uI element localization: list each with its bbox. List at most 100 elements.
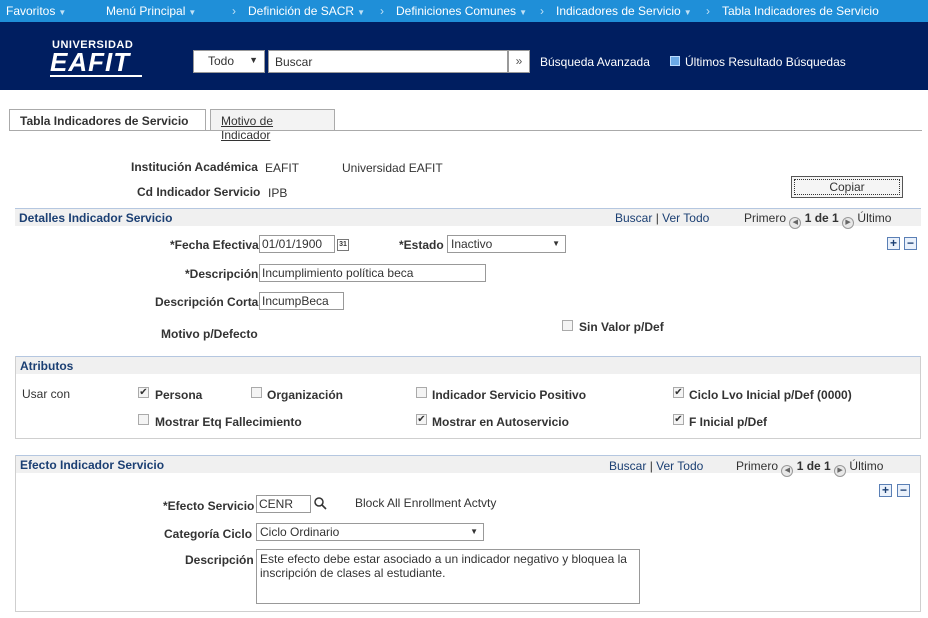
breadcrumb-separator-icon: › <box>706 4 710 18</box>
logo-underline <box>50 75 142 77</box>
favorites-menu[interactable]: Favoritos ▼ <box>6 4 66 18</box>
details-last-label: Último <box>857 211 892 225</box>
details-first-label: Primero <box>744 211 787 225</box>
top-navigation-bar: Favoritos ▼ Menú Principal ▼ › Definición … <box>0 0 928 22</box>
details-range: 1 de 1 <box>804 211 839 225</box>
chevron-down-icon: ▼ <box>357 8 365 17</box>
effective-date-input[interactable] <box>259 235 335 253</box>
initial-term-default-label: Ciclo Lvo Inicial p/Def (0000) <box>689 388 852 402</box>
dropdown-arrow-icon: ▼ <box>249 55 258 65</box>
institution-label: Institución Académica <box>131 160 258 174</box>
logo-eafit-text: EAFIT <box>50 47 131 77</box>
description-label: *Descripción <box>185 267 259 281</box>
short-description-input[interactable] <box>259 292 344 310</box>
calendar-icon[interactable]: 31 <box>337 239 349 251</box>
institution-code: EAFIT <box>265 161 300 175</box>
show-deceased-tag-label: Mostrar Etq Fallecimiento <box>155 415 302 429</box>
chevron-down-icon: ▼ <box>188 8 197 17</box>
effect-last-label: Último <box>849 459 884 473</box>
indicator-code-label: Cd Indicador Servicio <box>137 185 261 199</box>
favorites-label: Favoritos <box>6 4 56 18</box>
recent-search-icon <box>670 56 680 66</box>
next-arrow-icon[interactable]: ▶ <box>834 465 847 477</box>
effective-date-label: *Fecha Efectiva <box>170 238 259 252</box>
lookup-magnifier-icon[interactable] <box>313 496 327 510</box>
search-go-button[interactable]: » <box>508 50 530 73</box>
effect-row-navigation: Buscar | Ver Todo <box>609 459 704 473</box>
details-pager: Primero ◀ 1 de 1 ▶ Último <box>744 211 891 229</box>
add-row-icon[interactable]: + <box>887 237 900 250</box>
no-default-value-label: Sin Valor p/Def <box>579 320 664 334</box>
default-reason-label: Motivo p/Defecto <box>161 327 258 341</box>
dropdown-arrow-icon: ▼ <box>552 239 560 248</box>
use-with-label: Usar con <box>22 387 71 401</box>
indicator-code-value: IPB <box>268 186 288 200</box>
effect-first-label: Primero <box>736 459 779 473</box>
effect-description-textarea[interactable]: Este efecto debe estar asociado a un ind… <box>256 549 640 604</box>
previous-arrow-icon[interactable]: ◀ <box>789 217 802 229</box>
organization-checkbox[interactable] <box>251 387 262 398</box>
previous-arrow-icon[interactable]: ◀ <box>781 465 794 477</box>
advanced-search-link[interactable]: Búsqueda Avanzada <box>540 55 650 69</box>
effect-service-label: *Efecto Servicio <box>163 499 255 513</box>
organization-label: Organización <box>267 388 344 402</box>
add-row-icon[interactable]: + <box>879 484 892 497</box>
attributes-section-header: Atributos <box>16 356 920 374</box>
breadcrumb-label: Definiciones Comunes <box>396 4 517 18</box>
details-row-navigation: Buscar | Ver Todo <box>615 211 710 225</box>
main-menu-label: Menú Principal <box>106 4 186 18</box>
effect-find-link[interactable]: Buscar <box>609 459 646 473</box>
breadcrumb-service-indicators[interactable]: Indicadores de Servicio ▼ <box>556 4 692 18</box>
effect-description-label: Descripción <box>185 553 254 567</box>
tab-underline <box>9 130 922 131</box>
search-scope-select[interactable]: Todo ▼ <box>193 50 265 73</box>
person-label: Persona <box>155 388 203 402</box>
status-value: Inactivo <box>451 237 493 251</box>
next-arrow-icon[interactable]: ▶ <box>842 217 855 229</box>
breadcrumb-common-definitions[interactable]: Definiciones Comunes ▼ <box>396 4 527 18</box>
tab-service-indicator-table[interactable]: Tabla Indicadores de Servicio <box>9 109 206 131</box>
term-category-value: Ciclo Ordinario <box>260 525 340 539</box>
breadcrumb-label: Tabla Indicadores de Servicio <box>722 4 879 18</box>
status-select[interactable]: Inactivo ▼ <box>447 235 566 253</box>
status-label: *Estado <box>399 238 444 252</box>
positive-indicator-checkbox[interactable] <box>416 387 427 398</box>
effect-view-all-link[interactable]: Ver Todo <box>656 459 703 473</box>
initial-date-default-checkbox[interactable]: ✔ <box>673 414 684 425</box>
chevron-down-icon: ▼ <box>683 8 692 17</box>
effect-service-description: Block All Enrollment Actvty <box>355 496 497 510</box>
last-search-results-link[interactable]: Últimos Resultado Búsquedas <box>685 55 846 69</box>
search-input[interactable] <box>268 50 508 73</box>
term-category-select[interactable]: Ciclo Ordinario ▼ <box>256 523 484 541</box>
details-view-all-link[interactable]: Ver Todo <box>662 211 709 225</box>
initial-term-default-checkbox[interactable]: ✔ <box>673 387 684 398</box>
breadcrumb-label: Indicadores de Servicio <box>556 4 681 18</box>
search-scope-value: Todo <box>208 54 235 68</box>
breadcrumb-separator-icon: › <box>540 4 544 18</box>
chevron-down-icon: ▼ <box>58 8 67 17</box>
description-input[interactable] <box>259 264 486 282</box>
breadcrumb-sacr[interactable]: Definición de SACR ▼ <box>248 4 365 18</box>
main-menu[interactable]: Menú Principal ▼ <box>106 4 196 18</box>
short-description-label: Descripción Corta <box>155 295 259 309</box>
delete-row-icon[interactable]: − <box>904 237 917 250</box>
effect-service-input[interactable] <box>256 495 311 513</box>
delete-row-icon[interactable]: − <box>897 484 910 497</box>
effect-pager: Primero ◀ 1 de 1 ▶ Último <box>736 459 883 477</box>
copy-button[interactable]: Copiar <box>791 176 903 198</box>
details-section-title: Detalles Indicador Servicio <box>19 211 173 225</box>
chevron-down-icon: ▼ <box>519 8 527 17</box>
show-in-self-service-checkbox[interactable]: ✔ <box>416 414 427 425</box>
dropdown-arrow-icon: ▼ <box>470 527 478 536</box>
tab-indicator-reason[interactable]: Motivo de Indicador <box>210 109 335 142</box>
breadcrumb-label: Definición de SACR <box>248 4 355 18</box>
details-find-link[interactable]: Buscar <box>615 211 652 225</box>
attributes-section-title: Atributos <box>20 359 74 373</box>
positive-indicator-label: Indicador Servicio Positivo <box>432 388 587 402</box>
no-default-value-checkbox[interactable] <box>562 320 573 331</box>
person-checkbox[interactable]: ✔ <box>138 387 149 398</box>
show-deceased-tag-checkbox[interactable] <box>138 414 149 425</box>
term-category-label: Categoría Ciclo <box>164 527 253 541</box>
institution-name: Universidad EAFIT <box>342 161 443 175</box>
breadcrumb-separator-icon: › <box>380 4 384 18</box>
